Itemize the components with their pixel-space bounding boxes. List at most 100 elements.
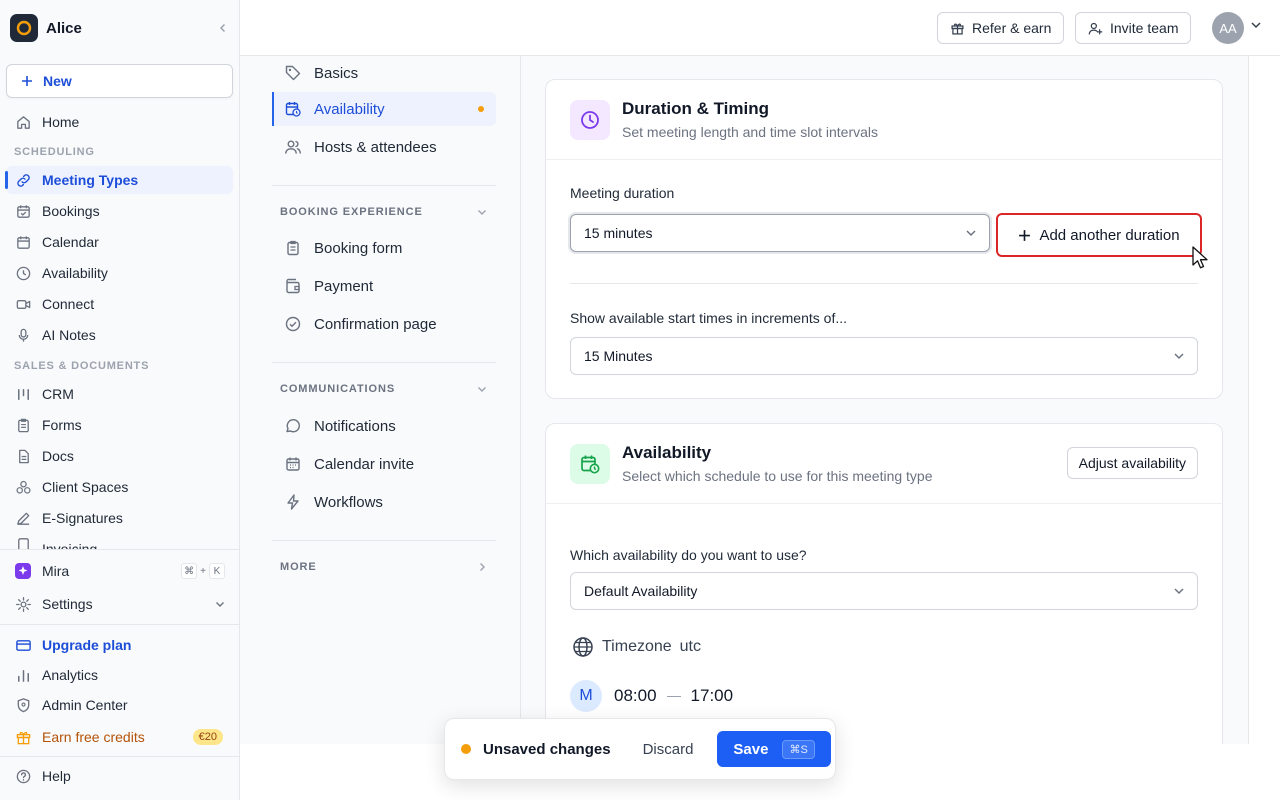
subnav-item-label: Basics	[314, 64, 359, 82]
subnav-item-label: Notifications	[314, 417, 396, 435]
sidebar-item-availability[interactable]: Availability	[6, 259, 233, 287]
increment-select[interactable]: 15 Minutes	[570, 337, 1198, 375]
card-header: Availability Select which schedule to us…	[546, 424, 1222, 504]
start-time[interactable]: 08:00	[614, 686, 657, 706]
section-title: BOOKING EXPERIENCE	[280, 206, 423, 218]
subnav-item-payment[interactable]: Payment	[272, 269, 496, 303]
section-title-sales: SALES & DOCUMENTS	[14, 360, 150, 372]
subnav-item-workflows[interactable]: Workflows	[272, 485, 496, 519]
availability-select[interactable]: Default Availability	[570, 572, 1198, 610]
discard-button[interactable]: Discard	[643, 741, 694, 758]
plus-icon	[22, 76, 32, 86]
adjust-availability-button[interactable]: Adjust availability	[1066, 447, 1198, 479]
save-button[interactable]: Save ⌘S	[717, 731, 831, 767]
section-more[interactable]: MORE	[280, 561, 488, 573]
subnav-item-label: Payment	[314, 277, 374, 295]
subnav-item-availability[interactable]: Availability	[272, 92, 496, 126]
sidebar-divider	[0, 624, 240, 625]
sidebar-item-forms[interactable]: Forms	[6, 411, 233, 439]
sidebar-item-help[interactable]: Help	[6, 762, 233, 790]
sidebar-item-label: Availability	[42, 265, 108, 281]
subnav-item-label: Hosts & attendees	[314, 138, 437, 156]
sidebar-item-earn-credits[interactable]: Earn free credits €20	[6, 723, 233, 751]
sidebar-item-invoicing[interactable]: Invoicing	[6, 535, 233, 549]
duration-select[interactable]: 15 minutes	[570, 214, 990, 252]
sidebar-item-e-signatures[interactable]: E-Signatures	[6, 504, 233, 532]
sidebar-item-home[interactable]: Home	[6, 108, 233, 136]
section-booking-experience[interactable]: BOOKING EXPERIENCE	[280, 206, 488, 218]
sidebar-item-connect[interactable]: Connect	[6, 290, 233, 318]
chevron-down-icon	[965, 227, 977, 239]
subnav-item-notifications[interactable]: Notifications	[272, 409, 496, 443]
chevron-down-icon	[1173, 350, 1185, 362]
invite-team-button[interactable]: Invite team	[1075, 12, 1192, 44]
section-title: MORE	[280, 561, 317, 573]
sidebar-item-crm[interactable]: CRM	[6, 380, 233, 408]
sidebar-item-mira[interactable]: Mira ⌘ + K	[6, 557, 233, 585]
chevron-down-icon[interactable]	[1250, 19, 1262, 31]
subnav-divider	[272, 185, 496, 186]
clock-icon	[570, 100, 610, 140]
sidebar-item-label: Home	[42, 114, 80, 130]
sidebar-item-label: Admin Center	[42, 697, 128, 713]
user-plus-icon	[1088, 22, 1103, 35]
sidebar-item-label: Bookings	[42, 203, 100, 219]
section-communications[interactable]: COMMUNICATIONS	[280, 383, 488, 395]
gift-icon	[14, 728, 32, 746]
mira-shortcut: ⌘ + K	[181, 563, 225, 579]
sidebar-item-bookings[interactable]: Bookings	[6, 197, 233, 225]
sidebar-item-label: AI Notes	[42, 327, 96, 343]
sidebar-item-label: Forms	[42, 417, 82, 433]
add-another-duration-button[interactable]: Add another duration	[996, 213, 1202, 257]
sidebar-item-settings[interactable]: Settings	[6, 590, 233, 618]
subnav-item-basics[interactable]: Basics	[272, 56, 496, 90]
new-button[interactable]: New	[6, 64, 233, 98]
subnav-item-hosts-attendees[interactable]: Hosts & attendees	[272, 130, 496, 164]
shield-icon	[14, 696, 32, 714]
subnav-item-confirmation-page[interactable]: Confirmation page	[272, 307, 496, 341]
chevron-down-icon	[476, 383, 488, 395]
unsaved-indicator-dot	[478, 106, 484, 112]
sidebar-item-client-spaces[interactable]: Client Spaces	[6, 473, 233, 501]
subnav-divider	[272, 540, 496, 541]
duration-timing-card: Duration & Timing Set meeting length and…	[545, 79, 1223, 399]
clipboard-icon	[14, 416, 32, 434]
users-icon	[284, 138, 302, 156]
sidebar-item-meeting-types[interactable]: Meeting Types	[5, 166, 233, 194]
sidebar-item-label: Invoicing	[42, 541, 98, 549]
gear-icon	[14, 595, 32, 613]
avatar[interactable]: AA	[1212, 12, 1244, 44]
refer-earn-button[interactable]: Refer & earn	[937, 12, 1065, 44]
sidebar-item-docs[interactable]: Docs	[6, 442, 233, 470]
sidebar-item-ai-notes[interactable]: AI Notes	[6, 321, 233, 349]
right-panel-edge	[1248, 56, 1280, 744]
columns-icon	[14, 385, 32, 403]
timezone-label: Timezone	[602, 638, 672, 655]
top-bar: Refer & earn Invite team AA	[240, 0, 1280, 56]
refer-earn-label: Refer & earn	[972, 20, 1052, 36]
sidebar-item-label: Client Spaces	[42, 479, 129, 495]
sidebar-item-calendar[interactable]: Calendar	[6, 228, 233, 256]
card-subtitle: Set meeting length and time slot interva…	[622, 124, 879, 140]
section-title: COMMUNICATIONS	[280, 383, 396, 395]
end-time[interactable]: 17:00	[691, 686, 734, 706]
sidebar-item-upgrade-plan[interactable]: Upgrade plan	[6, 631, 233, 659]
sidebar-item-admin-center[interactable]: Admin Center	[6, 691, 233, 719]
sidebar-item-label: Docs	[42, 448, 74, 464]
workspace-switcher[interactable]: Alice	[10, 14, 232, 42]
sidebar-item-label: CRM	[42, 386, 74, 402]
sidebar-item-label: Mira	[42, 563, 70, 579]
subnav-item-calendar-invite[interactable]: Calendar invite	[272, 447, 496, 481]
key-plus: +	[200, 565, 206, 577]
duration-select-value: 15 minutes	[584, 225, 653, 241]
duration-label: Meeting duration	[570, 185, 675, 201]
card-subtitle: Select which schedule to use for this me…	[622, 468, 933, 484]
lightning-icon	[284, 493, 302, 511]
gift-icon	[951, 23, 964, 35]
workspace-name: Alice	[46, 19, 82, 37]
sidebar-item-analytics[interactable]: Analytics	[6, 661, 233, 689]
subnav-item-label: Availability	[314, 100, 385, 118]
subnav-item-booking-form[interactable]: Booking form	[272, 231, 496, 265]
collapse-sidebar-icon[interactable]	[214, 19, 232, 37]
sidebar-item-label: Meeting Types	[42, 172, 139, 188]
